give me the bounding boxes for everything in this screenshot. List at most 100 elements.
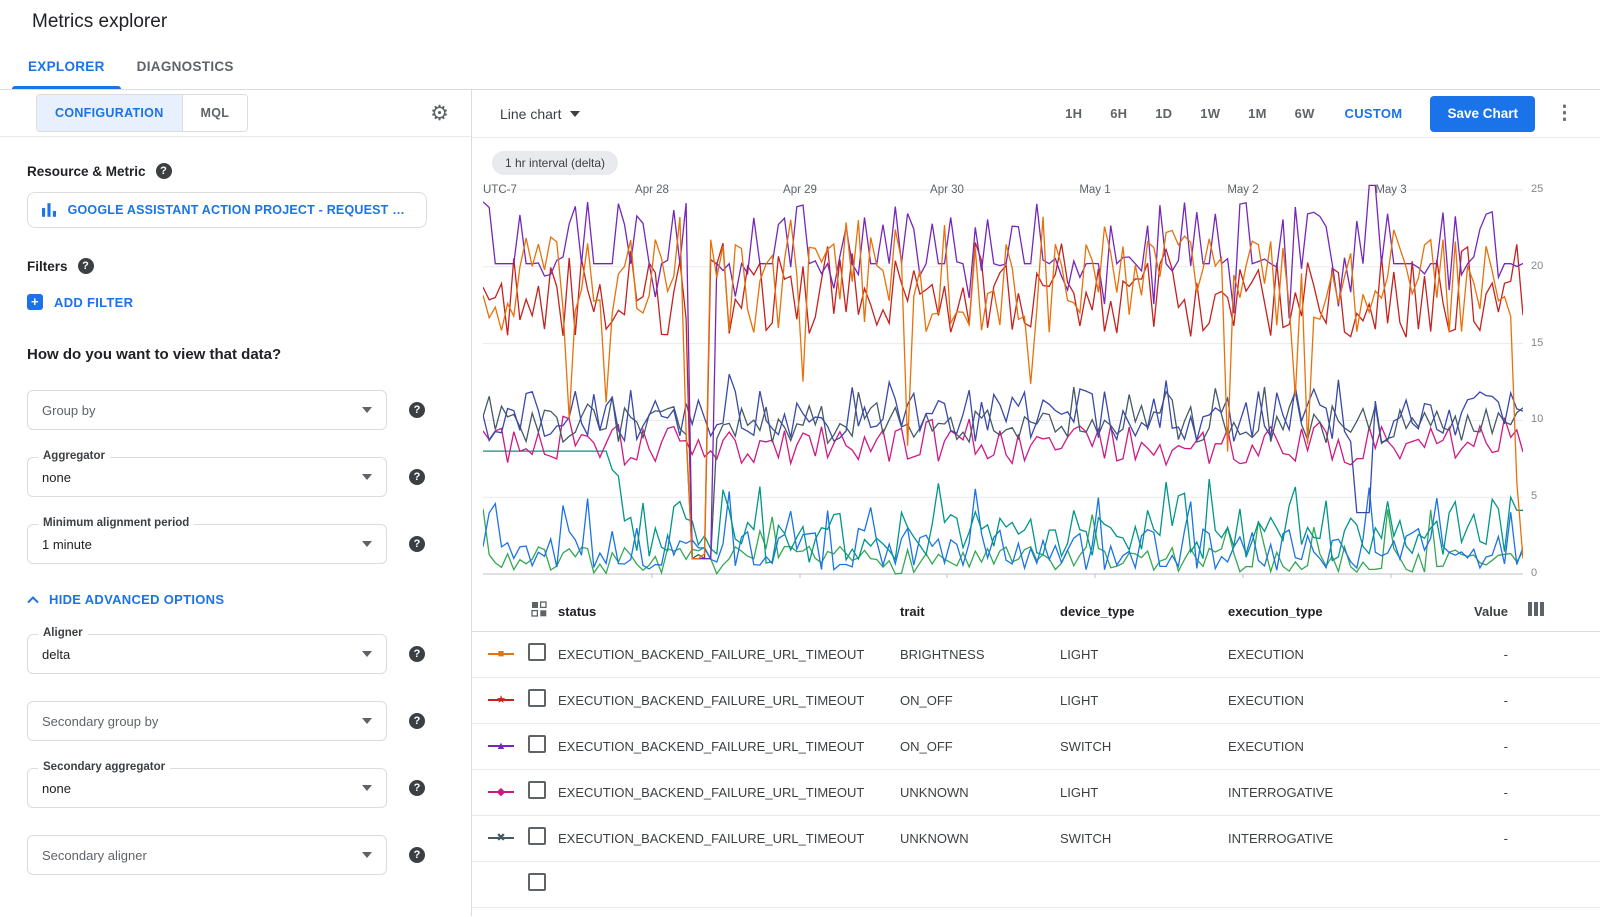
row-checkbox[interactable]	[528, 873, 546, 891]
row-checkbox[interactable]	[528, 781, 546, 799]
field-label: Minimum alignment period	[38, 517, 194, 529]
tab-bar: EXPLORER DIAGNOSTICS	[0, 44, 1600, 90]
field-value: none	[42, 781, 71, 796]
hide-advanced-options-label: HIDE ADVANCED OPTIONS	[49, 592, 224, 607]
series-marker-diamond: ◆	[488, 785, 514, 799]
main-content: CONFIGURATION MQL ⚙ Resource & Metric ?	[0, 90, 1600, 916]
time-range-1m[interactable]: 1M	[1248, 106, 1266, 121]
line-chart[interactable]	[483, 184, 1523, 580]
help-icon[interactable]: ?	[409, 713, 425, 729]
cell-execution-type: EXECUTION	[1228, 647, 1458, 662]
page-title: Metrics explorer	[32, 11, 167, 33]
chart-toolbar: Line chart 1H 6H 1D 1W 1M 6W CUSTOM Save Char…	[472, 90, 1600, 138]
mql-mode-button[interactable]: MQL	[182, 95, 248, 131]
row-checkbox[interactable]	[528, 643, 546, 661]
x-tick-label: Apr 29	[783, 184, 817, 196]
cell-execution-type: EXECUTION	[1228, 739, 1458, 754]
row-checkbox[interactable]	[528, 735, 546, 753]
dropdown-secondary-group-by[interactable]: Secondary group by	[27, 701, 387, 741]
tab-diagnostics[interactable]: DIAGNOSTICS	[121, 44, 250, 89]
cell-status: EXECUTION_BACKEND_FAILURE_URL_TIMEOUT	[558, 831, 900, 846]
chevron-down-icon	[362, 407, 372, 413]
time-range-1d[interactable]: 1D	[1155, 106, 1172, 121]
add-filter-button[interactable]: + ADD FILTER	[27, 294, 133, 310]
help-icon[interactable]: ?	[409, 536, 425, 552]
help-icon[interactable]: ?	[409, 469, 425, 485]
chevron-down-icon	[362, 651, 372, 657]
table-row	[472, 862, 1600, 908]
x-axis-labels: UTC-7Apr 28Apr 29Apr 30May 1May 2May 3	[483, 184, 1523, 200]
field-value: delta	[42, 647, 70, 662]
toolbar-right-group: 1H 6H 1D 1W 1M 6W CUSTOM Save Chart ⋮	[1065, 96, 1578, 132]
filters-section-label: Filters ?	[27, 258, 447, 274]
row-checkbox[interactable]	[528, 689, 546, 707]
column-header-trait[interactable]: trait	[900, 604, 1060, 619]
chart-type-dropdown[interactable]: Line chart	[500, 106, 580, 122]
series-marker-square: ■	[488, 647, 514, 661]
fields-advanced: Alignerdelta?Secondary group by?Secondar…	[27, 634, 447, 875]
help-icon[interactable]: ?	[156, 163, 172, 179]
config-panel-header: CONFIGURATION MQL ⚙	[0, 90, 471, 137]
time-range-6w[interactable]: 6W	[1295, 106, 1315, 121]
time-range-1h[interactable]: 1H	[1065, 106, 1082, 121]
more-options-icon[interactable]: ⋮	[1551, 102, 1578, 125]
field-value: none	[42, 470, 71, 485]
help-icon[interactable]: ?	[409, 402, 425, 418]
column-settings-cell	[1528, 602, 1584, 621]
form-field-aligner: Alignerdelta?	[27, 634, 447, 674]
save-chart-button[interactable]: Save Chart	[1430, 96, 1535, 132]
y-axis-labels: 0510152025	[1531, 184, 1565, 580]
dropdown-minimum-alignment-period[interactable]: Minimum alignment period1 minute	[27, 524, 387, 564]
tab-explorer[interactable]: EXPLORER	[12, 44, 121, 89]
chevron-down-icon	[362, 718, 372, 724]
cell-device-type: LIGHT	[1060, 693, 1228, 708]
help-icon[interactable]: ?	[409, 847, 425, 863]
resource-metric-button[interactable]: GOOGLE ASSISTANT ACTION PROJECT - REQUES…	[27, 192, 427, 228]
table-row: ▲EXECUTION_BACKEND_FAILURE_URL_TIMEOUTON…	[472, 724, 1600, 770]
legend-grid-icon[interactable]	[531, 601, 547, 617]
dropdown-group-by[interactable]: Group by	[27, 390, 387, 430]
settings-gear-icon[interactable]: ⚙	[430, 103, 449, 124]
custom-range-button[interactable]: CUSTOM	[1345, 106, 1403, 121]
resource-metric-label: Resource & Metric	[27, 164, 146, 179]
row-checkbox[interactable]	[528, 827, 546, 845]
column-header-status[interactable]: status	[558, 604, 900, 619]
tab-diagnostics-label: DIAGNOSTICS	[137, 59, 234, 74]
page-header: Metrics explorer	[0, 0, 1600, 44]
configuration-mode-button[interactable]: CONFIGURATION	[37, 95, 182, 131]
cell-value: -	[1458, 693, 1528, 708]
tab-explorer-label: EXPLORER	[28, 59, 105, 74]
chevron-down-icon	[362, 474, 372, 480]
columns-icon[interactable]	[1528, 603, 1544, 620]
column-header-device-type[interactable]: device_type	[1060, 604, 1228, 619]
cell-value: -	[1458, 831, 1528, 846]
series-table: status trait device_type execution_type …	[472, 592, 1600, 916]
dropdown-secondary-aligner[interactable]: Secondary aligner	[27, 835, 387, 875]
field-placeholder: Secondary aligner	[42, 848, 147, 863]
hide-advanced-options-button[interactable]: HIDE ADVANCED OPTIONS	[27, 592, 224, 607]
dropdown-aligner[interactable]: Alignerdelta	[27, 634, 387, 674]
chevron-down-icon	[362, 541, 372, 547]
plot-area: 0510152025 UTC-7Apr 28Apr 29Apr 30May 1M…	[483, 184, 1523, 580]
form-field-secondary-aggregator: Secondary aggregatornone?	[27, 768, 447, 808]
dropdown-secondary-aggregator[interactable]: Secondary aggregatornone	[27, 768, 387, 808]
table-row: ◆EXECUTION_BACKEND_FAILURE_URL_TIMEOUTUN…	[472, 770, 1600, 816]
cell-trait: ON_OFF	[900, 739, 1060, 754]
help-icon[interactable]: ?	[78, 258, 94, 274]
help-icon[interactable]: ?	[409, 780, 425, 796]
cell-device-type: SWITCH	[1060, 739, 1228, 754]
help-icon[interactable]: ?	[409, 646, 425, 662]
form-field-group-by: Group by?	[27, 390, 447, 430]
cell-trait: UNKNOWN	[900, 785, 1060, 800]
field-placeholder: Group by	[42, 403, 95, 418]
interval-chip: 1 hr interval (delta)	[492, 151, 618, 175]
y-tick-label: 0	[1531, 567, 1537, 579]
dropdown-aggregator[interactable]: Aggregatornone	[27, 457, 387, 497]
x-tick-label: May 2	[1227, 184, 1258, 196]
time-range-1w[interactable]: 1W	[1200, 106, 1220, 121]
time-range-6h[interactable]: 6H	[1110, 106, 1127, 121]
cell-device-type: SWITCH	[1060, 831, 1228, 846]
column-header-value[interactable]: Value	[1458, 604, 1528, 619]
cell-execution-type: INTERROGATIVE	[1228, 831, 1458, 846]
column-header-execution-type[interactable]: execution_type	[1228, 604, 1458, 619]
